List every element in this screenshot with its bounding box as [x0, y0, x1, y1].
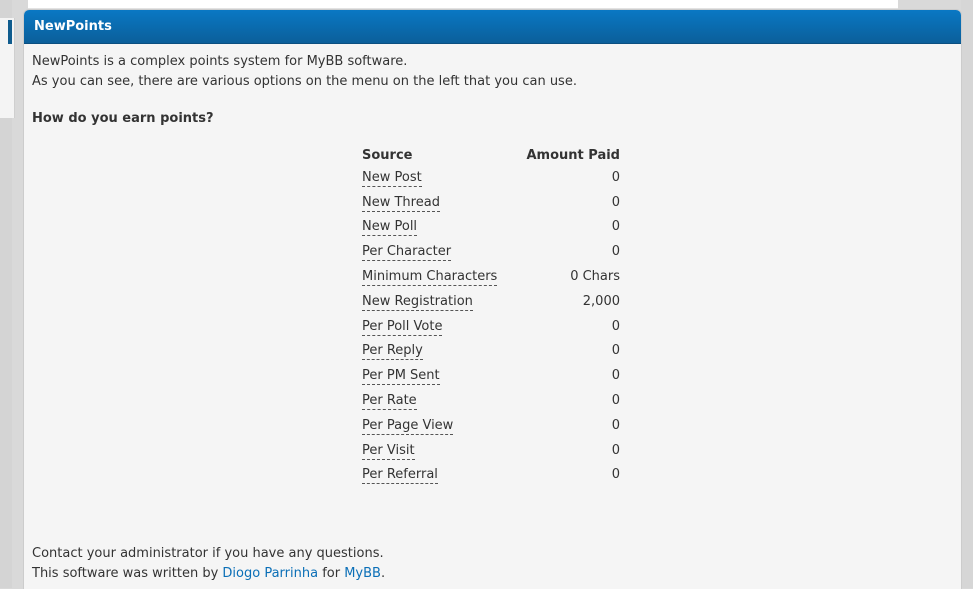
source-column-header: Source — [362, 147, 413, 163]
amount-cell: 0 — [611, 417, 620, 433]
left-menu-accent — [8, 20, 12, 44]
points-table-row: Per Page View 0 — [362, 413, 620, 438]
points-table-row: Per PM Sent 0 — [362, 363, 620, 388]
newpoints-panel: NewPoints NewPoints is a complex points … — [23, 9, 962, 589]
footer-contact: Contact your administrator if you have a… — [32, 546, 384, 561]
points-table-row: New Registration 2,000 — [362, 289, 620, 314]
amount-cell: 0 — [611, 219, 620, 235]
source-cell: New Thread — [362, 190, 512, 215]
amount-cell: 2,000 — [582, 293, 620, 309]
source-cell: Per Rate — [362, 388, 512, 413]
amount-cell: 0 — [611, 467, 620, 483]
amount-cell: 0 — [611, 393, 620, 409]
source-cell: New Registration — [362, 289, 512, 314]
footer-written-prefix: This software was written by — [32, 566, 219, 581]
source-cell: Per Visit — [362, 438, 512, 463]
source-cell: Per Poll Vote — [362, 314, 512, 339]
source-label: Per Reply — [362, 343, 423, 361]
source-cell: New Post — [362, 165, 512, 190]
source-cell: New Poll — [362, 215, 512, 240]
source-label: New Poll — [362, 219, 418, 237]
amount-cell: 0 — [611, 194, 620, 210]
source-label: Minimum Characters — [362, 269, 498, 287]
source-label: Per Character — [362, 244, 452, 262]
points-table-row: Per Referral 0 — [362, 463, 620, 488]
points-table-row: Minimum Characters 0 Chars — [362, 264, 620, 289]
amount-column-header: Amount Paid — [526, 147, 620, 163]
intro-line-1: NewPoints is a complex points system for… — [32, 54, 408, 69]
right-scroll-area — [961, 0, 973, 588]
footer-credits: This software was written by Diogo Parri… — [32, 564, 385, 584]
source-cell: Per Referral — [362, 463, 512, 488]
points-table: Source Amount Paid New Post 0 New Thread 0 N… — [362, 145, 620, 487]
amount-cell: 0 — [611, 318, 620, 334]
points-table-row: New Post 0 — [362, 165, 620, 190]
footer-period: . — [380, 566, 386, 581]
source-cell: Per PM Sent — [362, 363, 512, 388]
mybb-link[interactable]: MyBB — [344, 566, 381, 581]
amount-cell: 0 — [611, 244, 620, 260]
source-label: New Registration — [362, 293, 473, 311]
left-menu-panel — [0, 18, 15, 118]
points-table-row: Per Visit 0 — [362, 438, 620, 463]
author-link[interactable]: Diogo Parrinha — [222, 566, 318, 581]
points-table-row: Per Poll Vote 0 — [362, 314, 620, 339]
points-table-row: Per Reply 0 — [362, 339, 620, 364]
intro-text: NewPoints is a complex points system for… — [24, 44, 961, 92]
points-table-row: New Poll 0 — [362, 215, 620, 240]
source-cell: Per Character — [362, 239, 512, 264]
earn-points-heading: How do you earn points? — [32, 111, 214, 126]
source-label: Per Rate — [362, 393, 417, 411]
amount-cell: 0 Chars — [570, 269, 620, 285]
source-label: Per Poll Vote — [362, 318, 443, 336]
source-label: New Post — [362, 169, 422, 187]
amount-cell: 0 — [611, 343, 620, 359]
source-label: Per Visit — [362, 442, 415, 460]
points-table-row: Per Rate 0 — [362, 388, 620, 413]
amount-cell: 0 — [611, 442, 620, 458]
points-table-row: Per Character 0 — [362, 239, 620, 264]
points-table-header: Source Amount Paid — [362, 145, 620, 165]
source-label: Per Referral — [362, 467, 438, 485]
source-cell: Minimum Characters — [362, 264, 512, 289]
amount-cell: 0 — [611, 169, 620, 185]
top-bar-edge — [28, 0, 898, 9]
footer: Contact your administrator if you have a… — [32, 544, 385, 584]
amount-cell: 0 — [611, 368, 620, 384]
points-table-row: New Thread 0 — [362, 190, 620, 215]
source-label: Per PM Sent — [362, 368, 440, 386]
panel-title: NewPoints — [34, 19, 112, 34]
intro-line-2: As you can see, there are various option… — [32, 74, 577, 89]
source-cell: Per Page View — [362, 413, 512, 438]
panel-header: NewPoints — [24, 10, 961, 44]
source-cell: Per Reply — [362, 339, 512, 364]
source-label: Per Page View — [362, 417, 454, 435]
source-label: New Thread — [362, 194, 440, 212]
footer-for-word: for — [322, 566, 341, 581]
